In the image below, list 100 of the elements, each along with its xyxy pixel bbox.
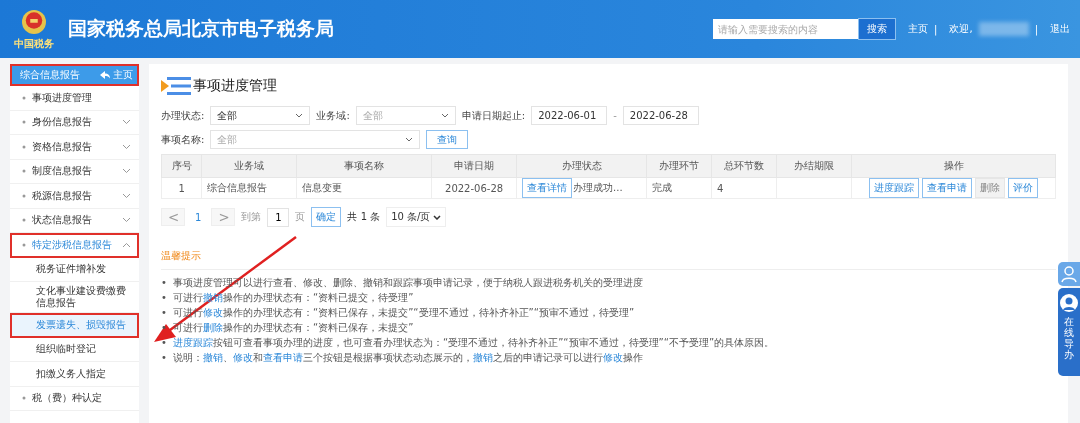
sidebar-item[interactable]: 状态信息报告 xyxy=(10,208,140,233)
bullet: • xyxy=(161,321,167,335)
chevron-icon xyxy=(122,168,132,175)
column-header: 操作 xyxy=(851,154,1056,178)
goto-label: 到第 xyxy=(241,210,262,224)
emblem-caption: 中国税务 xyxy=(14,37,54,51)
caret-icon xyxy=(295,113,304,118)
home-link[interactable]: 主页 xyxy=(908,22,929,36)
chevron-icon xyxy=(122,192,132,199)
sidebar-item[interactable]: 事项进度管理 xyxy=(10,86,140,111)
tip-link[interactable]: 修改 xyxy=(603,352,623,363)
welcome-text: 欢迎, xyxy=(949,22,973,36)
tip-text: 说明：撤销、修改和查看申请三个按钮是根据事项状态动态展示的，撤销之后的申请记录可以进行修改操作 xyxy=(173,351,643,365)
caret-icon xyxy=(440,113,449,118)
action-button[interactable]: 查看申请 xyxy=(922,178,973,198)
logout-link[interactable]: 退出 xyxy=(1050,22,1070,36)
bullet-icon xyxy=(22,95,26,100)
bullet-icon xyxy=(22,193,26,198)
column-header: 申请日期 xyxy=(431,154,517,178)
agent-icon xyxy=(1060,294,1078,312)
sidebar-subitem[interactable]: 组织临时登记 xyxy=(10,337,140,362)
bullet-icon xyxy=(22,120,26,125)
column-header: 序号 xyxy=(161,154,202,178)
page-unit: 页 xyxy=(295,210,306,224)
tip-link[interactable]: 撤销 xyxy=(203,352,223,363)
sidebar-header[interactable]: 综合信息报告 主页 xyxy=(10,64,140,86)
page-number[interactable]: 1 xyxy=(191,211,206,223)
column-header: 事项名称 xyxy=(296,154,432,178)
filter-select[interactable]: 全部 xyxy=(355,106,456,125)
section-title: 综合信息报告 xyxy=(20,68,80,82)
action-button[interactable]: 评价 xyxy=(1008,178,1039,198)
caret-icon xyxy=(405,137,414,142)
query-button[interactable]: 查询 xyxy=(426,130,469,149)
table-cell: 信息变更 xyxy=(296,177,432,199)
page-size-select[interactable]: 10 条/页 xyxy=(386,207,447,227)
tips-title: 温馨提示 xyxy=(161,249,1057,270)
online-guide-tab[interactable]: 在线导办 xyxy=(1058,288,1080,376)
sidebar-item[interactable]: 制度信息报告 xyxy=(10,159,140,184)
date-separator: - xyxy=(613,110,617,121)
filter-label: 业务域: xyxy=(316,108,350,123)
detail-button[interactable]: 查看详情 xyxy=(522,178,573,198)
back-icon xyxy=(100,71,111,79)
date-field[interactable]: 2022-06-01 xyxy=(531,106,608,125)
bullet: • xyxy=(161,276,167,290)
sidebar-subitem[interactable]: 发票遗失、损毁报告 xyxy=(10,313,140,338)
sidebar-item[interactable]: 特定涉税信息报告 xyxy=(10,233,140,258)
name-select[interactable]: 全部 xyxy=(210,130,421,149)
bullet-icon xyxy=(22,144,26,149)
date-field[interactable]: 2022-06-28 xyxy=(622,106,699,125)
tip-link[interactable]: 查看申请 xyxy=(263,352,303,363)
tip-link[interactable]: 修改 xyxy=(203,307,223,318)
tip-text: 进度跟踪按钮可查看事项办理的进度，也可查看办理状态为：“受理不通过，待补齐补正”“预审不通过，待受理”“不予受理”的具体原因。 xyxy=(173,336,775,350)
separator: | xyxy=(934,23,938,35)
column-header: 总环节数 xyxy=(711,154,777,178)
sidebar-item[interactable]: 资格信息报告 xyxy=(10,135,140,160)
total-count: 共 1 条 xyxy=(347,210,381,224)
bullet-icon xyxy=(22,218,26,223)
column-header: 业务域 xyxy=(201,154,297,178)
confirm-button[interactable]: 确定 xyxy=(311,207,342,227)
bullet-icon xyxy=(22,396,26,401)
site-title: 国家税务总局北京市电子税务局 xyxy=(68,16,334,41)
filter-label: 办理状态: xyxy=(161,108,205,123)
next-page-button[interactable]: > xyxy=(211,208,236,226)
filter-select[interactable]: 全部 xyxy=(210,106,311,125)
bullet: • xyxy=(161,306,167,320)
tip-link[interactable]: 进度跟踪 xyxy=(173,337,213,348)
chevron-icon xyxy=(122,119,132,126)
list-icon xyxy=(161,76,192,96)
sidebar-subitem[interactable]: 扣缴义务人指定 xyxy=(10,362,140,387)
column-header: 办理环节 xyxy=(646,154,712,178)
table-cell: 完成 xyxy=(646,177,712,199)
chevron-icon xyxy=(122,241,132,248)
blurred-name xyxy=(978,22,1029,36)
table-cell: 1 xyxy=(161,177,202,199)
search-field[interactable]: 请输入需要搜索的内容 xyxy=(713,19,859,39)
chevron-icon xyxy=(122,143,132,150)
tip-link[interactable]: 撤销 xyxy=(473,352,493,363)
emblem-icon xyxy=(19,7,49,37)
sidebar-item[interactable]: 税（费）种认定 xyxy=(10,386,140,411)
sidebar-item[interactable]: 税源信息报告 xyxy=(10,184,140,209)
caret-icon xyxy=(433,214,442,220)
sidebar-item[interactable]: 身份信息报告 xyxy=(10,110,140,135)
table-cell: 2022-06-28 xyxy=(431,177,517,199)
action-button[interactable]: 进度跟踪 xyxy=(869,178,920,198)
tip-link[interactable]: 修改 xyxy=(233,352,253,363)
filter-label: 事项名称: xyxy=(161,132,205,147)
bullet: • xyxy=(161,291,167,305)
sidebar-subitem[interactable]: 税务证件增补发 xyxy=(10,257,140,282)
search-button[interactable]: 搜索 xyxy=(858,18,897,40)
page-title: 事项进度管理 xyxy=(193,77,278,95)
tip-link[interactable]: 删除 xyxy=(203,322,223,333)
home-link[interactable]: 主页 xyxy=(100,68,134,82)
filter-label: 申请日期起止: xyxy=(461,108,526,123)
person-outline-icon[interactable] xyxy=(1058,262,1080,286)
status-text: 办理成功... xyxy=(573,181,623,195)
chevron-icon xyxy=(122,217,132,224)
bullet: • xyxy=(161,336,167,350)
prev-page-button[interactable]: < xyxy=(161,208,186,226)
page-input[interactable]: 1 xyxy=(267,207,290,227)
separator: | xyxy=(1034,23,1038,35)
